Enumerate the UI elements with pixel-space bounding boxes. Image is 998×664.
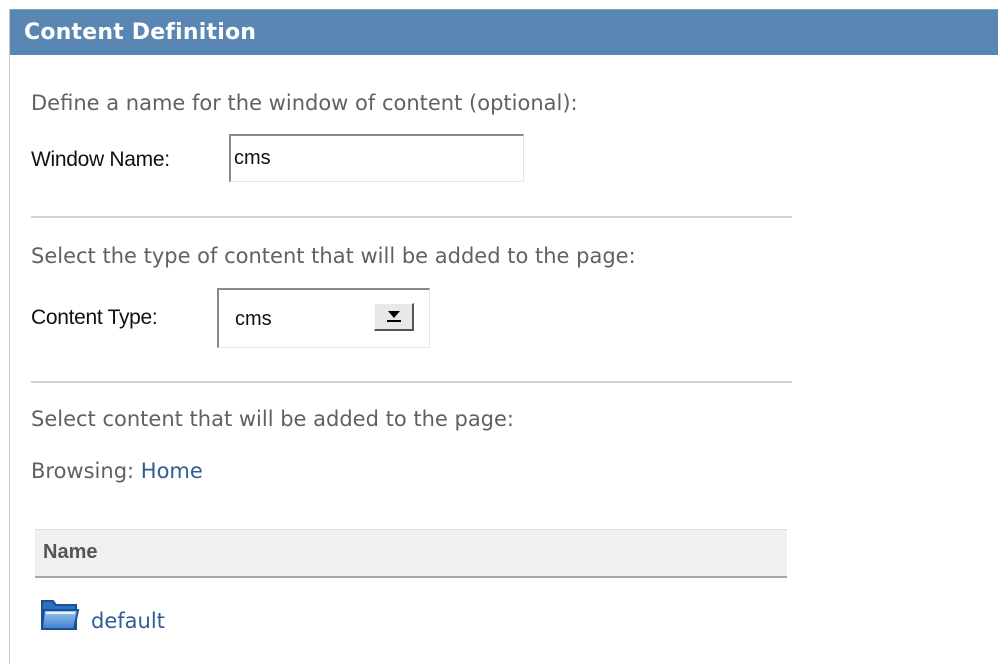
content-type-selected-value: cms	[235, 308, 272, 330]
browsing-label: Browsing:	[31, 459, 135, 483]
folder-link-default[interactable]: default	[91, 609, 165, 633]
chevron-down-icon[interactable]	[374, 303, 414, 331]
content-select-instruction: Select content that will be added to the…	[31, 407, 515, 431]
browsing-breadcrumb: Browsing: Home	[31, 459, 203, 483]
window-name-input[interactable]	[229, 134, 524, 182]
table-row: default	[39, 595, 339, 635]
window-name-label: Window Name:	[31, 148, 170, 171]
column-header-name[interactable]: Name	[43, 541, 97, 564]
folder-icon[interactable]	[39, 595, 81, 633]
content-type-select[interactable]: cms	[217, 288, 430, 348]
breadcrumb-home-link[interactable]: Home	[141, 459, 203, 483]
panel-header: Content Definition	[10, 9, 998, 55]
section-divider	[31, 216, 792, 218]
content-type-label: Content Type:	[31, 306, 158, 329]
window-name-instruction: Define a name for the window of content …	[31, 91, 578, 115]
panel-title: Content Definition	[24, 20, 257, 45]
section-divider	[31, 381, 792, 383]
content-definition-panel: Content Definition Define a name for the…	[9, 9, 998, 664]
table-header: Name	[35, 529, 787, 578]
content-type-instruction: Select the type of content that will be …	[31, 244, 636, 268]
